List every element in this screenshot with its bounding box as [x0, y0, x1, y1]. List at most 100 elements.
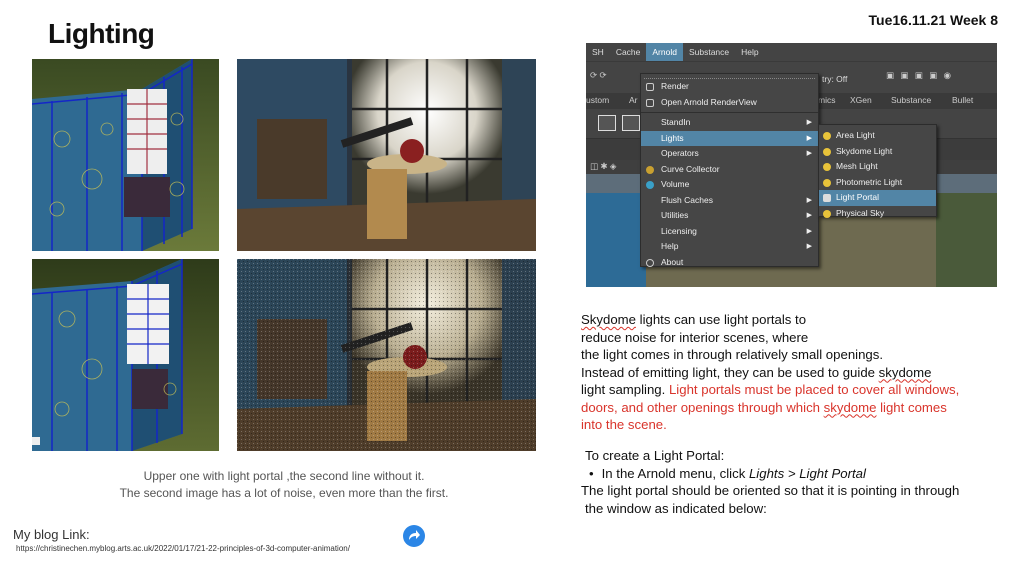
menu-item-licensing[interactable]: Licensing ▶ [641, 224, 818, 240]
text-p4: Instead of emitting light, they can be u… [581, 364, 879, 380]
menu-label: Render [661, 81, 689, 91]
menu-item-volume[interactable]: Volume [641, 177, 818, 193]
slide-title: Lighting [48, 18, 155, 49]
arnold-menu-screenshot: SH Cache Arnold Substance Help ⟳ ⟳ try: … [586, 43, 997, 287]
render-house-without-portal [32, 259, 219, 451]
about-icon [646, 258, 654, 267]
submenu-item-area-light[interactable]: Area Light [819, 128, 936, 144]
viewport-icons: ◫ ✱ ◈ [590, 161, 617, 171]
tab-xgen[interactable]: XGen [850, 95, 872, 105]
mesh-light-icon [823, 163, 831, 171]
text-p7-red: into the scene. [581, 417, 667, 432]
menu-item-renderview[interactable]: Open Arnold RenderView [641, 95, 818, 111]
renderview-icon [646, 98, 654, 107]
menubar-sh[interactable]: SH [586, 43, 610, 61]
text-skydome-2: skydome [878, 364, 932, 380]
renders-caption: Upper one with light portal ,the second … [32, 468, 536, 502]
howto-line-3: The light portal should be oriented so t… [581, 483, 960, 498]
submenu-arrow-icon: ▶ [806, 243, 812, 250]
menu-item-curve-collector[interactable]: Curve Collector [641, 162, 818, 178]
submenu-item-physical-sky[interactable]: Physical Sky [819, 206, 936, 222]
menu-label: Operators [661, 148, 699, 158]
light-portal-description: Skydome lights can use light portals to … [581, 311, 1011, 434]
howto-step-path: Lights > Light Portal [748, 465, 866, 481]
slide-date: Tue16.11.21 Week 8 [868, 12, 998, 28]
submenu-label: Mesh Light [836, 161, 878, 171]
render-icon [646, 83, 654, 91]
howto-step-text: In the Arnold menu, click [601, 465, 749, 481]
submenu-arrow-icon: ▶ [806, 119, 812, 126]
menubar-help[interactable]: Help [735, 43, 764, 61]
menu-label: Curve Collector [661, 163, 720, 174]
menu-separator [641, 112, 818, 113]
submenu-item-photometric-light[interactable]: Photometric Light [819, 175, 936, 191]
text-p6-red-end: light comes [876, 399, 947, 415]
submenu-arrow-icon: ▶ [806, 227, 812, 235]
blog-label: My blog Link: [13, 527, 90, 542]
menu-item-flush-caches[interactable]: Flush Caches ▶ [641, 193, 818, 209]
volume-icon [646, 181, 654, 189]
tab-custom[interactable]: ustom [586, 95, 609, 105]
render-room-without-portal [237, 259, 536, 451]
howto-line-4: the window as indicated below: [585, 500, 767, 516]
submenu-item-light-portal[interactable]: Light Portal [819, 190, 936, 206]
menu-label: Utilities [661, 210, 689, 220]
submenu-label: Skydome Light [836, 145, 893, 156]
submenu-item-skydome-light[interactable]: Skydome Light [819, 144, 936, 160]
maya-menubar: SH Cache Arnold Substance Help [586, 43, 997, 61]
menu-label: Help [661, 241, 679, 251]
tab-substance[interactable]: Substance [891, 95, 931, 105]
text-p5: light sampling. [581, 382, 669, 397]
submenu-label: Light Portal [836, 192, 879, 202]
blog-link[interactable]: https://christinechen.myblog.arts.ac.uk/… [16, 544, 350, 553]
menubar-cache[interactable]: Cache [610, 43, 647, 61]
render-room-with-portal [237, 59, 536, 251]
submenu-arrow-icon: ▶ [806, 212, 812, 219]
play-icon[interactable] [622, 115, 640, 131]
submenu-label: Photometric Light [836, 176, 903, 187]
text-skydome: Skydome [581, 312, 636, 327]
howto-step: In the Arnold menu, click Lights > Light… [581, 465, 1011, 483]
menu-label: Lights [661, 132, 684, 143]
menu-label: StandIn [661, 117, 691, 127]
menu-item-about[interactable]: About [641, 255, 818, 271]
photometric-light-icon [823, 178, 831, 187]
arnold-menu: Render Open Arnold RenderView StandIn ▶ L… [640, 73, 819, 267]
light-portal-icon [823, 194, 831, 202]
tab-bullet[interactable]: Bullet [952, 95, 973, 105]
caption-line-2: The second image has a lot of noise, eve… [119, 486, 449, 500]
menu-item-standin[interactable]: StandIn ▶ [641, 115, 818, 131]
submenu-item-mesh-light[interactable]: Mesh Light [819, 159, 936, 175]
render-view-icon[interactable] [598, 115, 616, 131]
submenu-arrow-icon: ▶ [806, 150, 812, 157]
skydome-light-icon [823, 147, 831, 156]
tab-dynamics[interactable]: mics [818, 95, 835, 105]
share-icon[interactable] [403, 525, 425, 547]
caption-line-1: Upper one with light portal ,the second … [143, 469, 425, 483]
menu-label: Licensing [661, 225, 697, 236]
menu-label: Open Arnold RenderView [661, 96, 757, 107]
menubar-arnold[interactable]: Arnold [646, 43, 683, 61]
status-icons: ⟳ ⟳ [590, 70, 607, 80]
menu-item-lights[interactable]: Lights ▶ [641, 130, 818, 146]
area-light-icon [823, 132, 831, 140]
menu-label: Flush Caches [661, 194, 713, 205]
physical-sky-icon [823, 209, 831, 218]
menu-item-render[interactable]: Render [641, 79, 818, 95]
text-p6-red: doors, and other openings through which [581, 399, 824, 415]
howto-section: To create a Light Portal: In the Arnold … [581, 447, 1011, 517]
render-icons: ▣ ▣ ▣ ▣ ◉ [886, 70, 953, 80]
menu-label: Volume [661, 179, 690, 189]
submenu-label: Physical Sky [836, 207, 885, 218]
text-p2: reduce noise for interior scenes, where [581, 329, 809, 345]
render-house-with-portal [32, 59, 219, 251]
text-p5-red: Light portals must be placed to cover al… [668, 382, 960, 397]
menu-item-operators[interactable]: Operators ▶ [641, 146, 818, 162]
lights-submenu: Area Light Skydome Light Mesh Light Phot… [818, 124, 937, 218]
menu-item-help[interactable]: Help ▶ [641, 239, 818, 255]
text-skydome-3: skydome [823, 399, 877, 415]
tab-arnold[interactable]: Ar [629, 95, 638, 105]
status-text: try: Off [822, 74, 848, 84]
menubar-substance[interactable]: Substance [683, 43, 735, 61]
menu-item-utilities[interactable]: Utilities ▶ [641, 208, 818, 224]
